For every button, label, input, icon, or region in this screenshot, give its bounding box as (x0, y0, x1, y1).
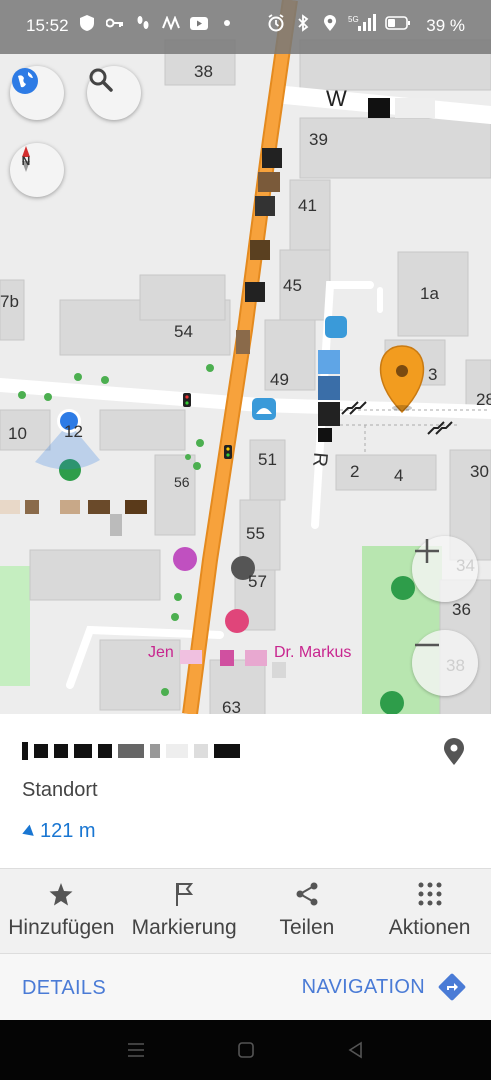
poi-label: Jen (148, 644, 174, 661)
status-bar: 15:52 5G 39 % (0, 0, 491, 54)
signal-icon: 5G (348, 14, 376, 32)
add-favorite-button[interactable]: Hinzufügen (0, 869, 123, 953)
search-icon (89, 68, 113, 92)
building-number: 12 (64, 422, 83, 441)
place-name-redacted (22, 738, 240, 764)
action-bar: Hinzufügen Markierung Teilen Aktionen (0, 868, 491, 954)
back-icon[interactable] (347, 1041, 365, 1059)
building-number: 4 (394, 466, 404, 485)
home-icon[interactable] (237, 1041, 255, 1059)
building-number: 39 (309, 130, 328, 149)
share-icon (296, 882, 318, 906)
building-number: 3 (428, 365, 438, 384)
layers-button[interactable] (10, 66, 64, 120)
building-number: 45 (283, 276, 302, 295)
marker-button[interactable]: Markierung (123, 869, 246, 953)
recents-icon[interactable] (126, 1041, 146, 1059)
more-actions-button[interactable]: Aktionen (368, 869, 491, 953)
bluetooth-icon (294, 14, 312, 32)
youtube-icon (190, 14, 208, 32)
building-number: 30 (470, 462, 489, 481)
share-button[interactable]: Teilen (246, 869, 369, 953)
poi-label: Dr. Markus (274, 644, 352, 661)
minus-icon (415, 643, 439, 647)
footsteps-icon (134, 14, 152, 32)
navigation-label: NAVIGATION (301, 975, 425, 998)
distance-value: 121 m (40, 820, 96, 842)
building-number: 41 (298, 196, 317, 215)
action-label: Aktionen (388, 916, 471, 939)
building-number: 1a (420, 284, 439, 303)
building-number: 63 (222, 698, 241, 714)
building-number: 57 (248, 572, 267, 591)
building-number: 2 (350, 462, 360, 481)
wave-icon (162, 14, 180, 32)
street-label-vertical: R (308, 451, 332, 468)
distance-info: 121 m (20, 820, 96, 843)
map-graphics (0, 0, 491, 714)
dot-icon (218, 14, 236, 32)
key-icon (106, 14, 124, 32)
building-number: 54 (174, 322, 193, 341)
flag-icon (176, 883, 194, 906)
battery-icon (385, 14, 411, 32)
search-button[interactable] (87, 66, 141, 120)
details-button[interactable]: DETAILS (22, 977, 106, 1000)
battery-percent: 39 % (426, 16, 465, 35)
zoom-in-button[interactable] (412, 536, 478, 602)
system-navigation-bar (0, 1020, 491, 1080)
compass-button[interactable]: N (10, 143, 64, 197)
building-number: 56 (174, 474, 190, 490)
building-number: 55 (246, 524, 265, 543)
action-label: Markierung (131, 916, 237, 939)
building-number: 38 (194, 62, 213, 81)
network-label: 5G (348, 15, 359, 24)
directions-icon (438, 973, 466, 1001)
building-number: 51 (258, 450, 277, 469)
globe-icon (12, 68, 38, 94)
alarm-icon (267, 14, 285, 32)
building-number: 10 (8, 424, 27, 443)
plus-icon (415, 539, 439, 563)
map-pin-icon[interactable] (443, 738, 465, 766)
star-icon (49, 883, 73, 906)
place-type: Standort (22, 779, 98, 801)
compass-icon: N (22, 146, 31, 172)
action-label: Teilen (279, 916, 335, 939)
svg-text:N: N (22, 154, 31, 168)
zoom-out-button[interactable] (412, 630, 478, 696)
location-icon (321, 14, 339, 32)
direction-arrow-icon (20, 824, 34, 839)
grid-dots-icon (418, 882, 442, 906)
shield-icon (78, 14, 96, 32)
status-time: 15:52 (26, 16, 69, 35)
action-label: Hinzufügen (8, 916, 115, 939)
building-number: 28 (476, 390, 491, 409)
navigation-button[interactable]: NAVIGATION (302, 972, 467, 1002)
map-view[interactable]: 38 39 41 45 54 49 1a 3 28 7b 10 12 51 56… (0, 0, 491, 714)
street-label: W (326, 86, 347, 111)
building-number: 36 (452, 600, 471, 619)
building-number: 7b (0, 292, 19, 311)
building-number: 49 (270, 370, 289, 389)
